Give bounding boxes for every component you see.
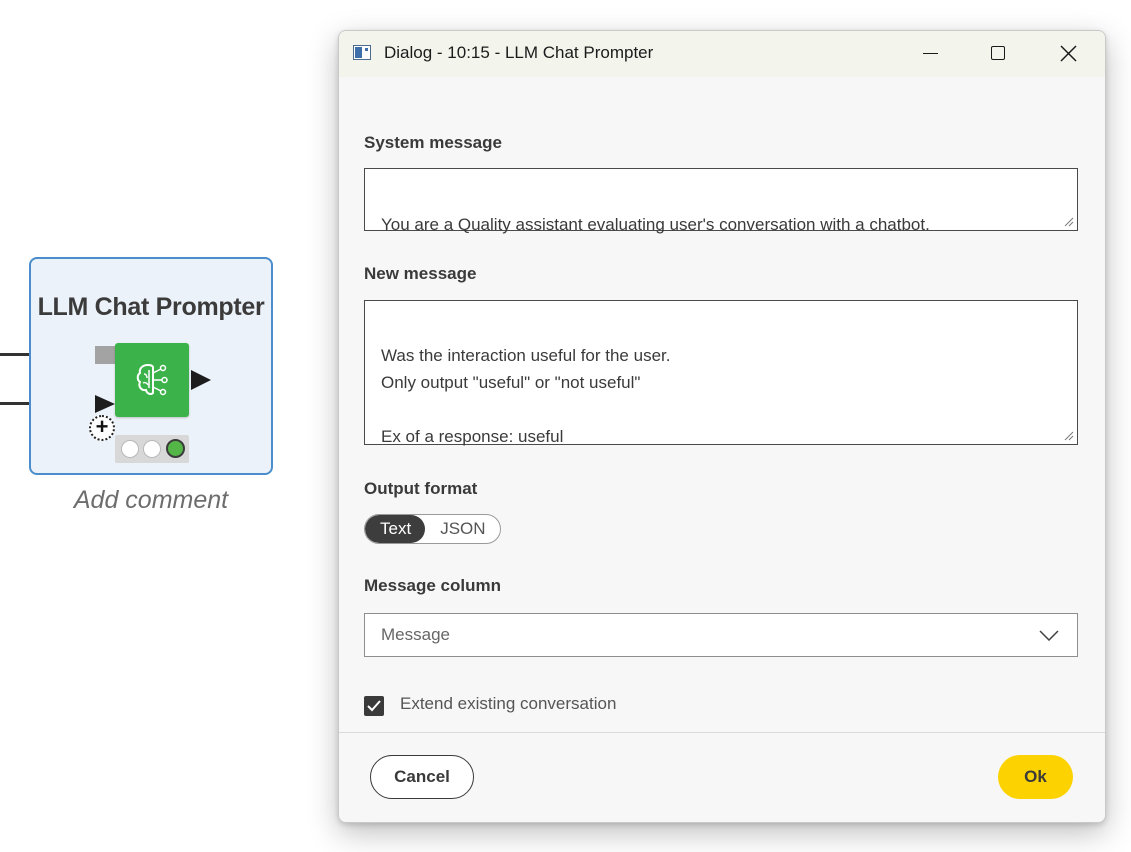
add-port-icon[interactable]: +	[89, 415, 115, 441]
extend-conversation-checkbox[interactable]	[364, 696, 384, 716]
output-port[interactable]	[191, 370, 211, 390]
brain-network-icon	[136, 363, 168, 396]
resize-grip-icon[interactable]	[1063, 216, 1074, 227]
dialog-content: System message You are a Quality assista…	[339, 77, 1105, 732]
output-format-toggle[interactable]: Text JSON	[364, 514, 501, 544]
status-lamp-red	[121, 440, 139, 458]
chevron-down-icon	[1039, 630, 1059, 641]
app-window-icon	[353, 45, 371, 60]
node-status-light	[115, 435, 189, 463]
ok-button[interactable]: Ok	[998, 755, 1073, 799]
message-column-label: Message column	[364, 576, 501, 595]
system-message-label: System message	[364, 133, 502, 152]
minimize-button[interactable]	[895, 31, 965, 77]
input-port-table[interactable]	[95, 395, 115, 413]
status-lamp-green	[166, 439, 185, 458]
add-comment-label[interactable]: Add comment	[29, 486, 273, 515]
extend-conversation-label[interactable]: Extend existing conversation	[400, 694, 616, 714]
dialog-window: Dialog - 10:15 - LLM Chat Prompter Syste…	[338, 30, 1106, 823]
output-format-option-json[interactable]: JSON	[425, 515, 499, 543]
dialog-titlebar[interactable]: Dialog - 10:15 - LLM Chat Prompter	[339, 31, 1105, 77]
checkmark-icon	[367, 700, 381, 712]
maximize-button[interactable]	[963, 31, 1033, 77]
new-message-input[interactable]: Was the interaction useful for the user.…	[364, 300, 1078, 446]
input-port-model[interactable]	[95, 346, 115, 364]
maximize-icon	[991, 46, 1005, 60]
message-column-select[interactable]: Message	[364, 613, 1078, 657]
node-llm-chat-prompter[interactable]: LLM Chat Prompter +	[29, 257, 273, 475]
message-column-value: Message	[381, 625, 450, 644]
node-title[interactable]: LLM Chat Prompter	[31, 293, 271, 322]
output-format-option-text[interactable]: Text	[365, 515, 426, 543]
output-format-label: Output format	[364, 479, 478, 498]
dialog-title: Dialog - 10:15 - LLM Chat Prompter	[384, 43, 654, 62]
close-icon	[1060, 45, 1077, 62]
workflow-canvas: LLM Chat Prompter + Add comment Dialog -…	[0, 0, 1131, 852]
system-message-input[interactable]: You are a Quality assistant evaluating u…	[364, 168, 1078, 234]
new-message-text: Was the interaction useful for the user.…	[381, 346, 671, 446]
close-button[interactable]	[1033, 31, 1103, 77]
resize-grip-icon[interactable]	[1063, 430, 1074, 441]
dialog-footer: Cancel Ok	[339, 732, 1105, 822]
new-message-label: New message	[364, 264, 477, 283]
cancel-button[interactable]: Cancel	[370, 755, 474, 799]
minimize-icon	[923, 53, 938, 54]
system-message-text: You are a Quality assistant evaluating u…	[381, 215, 930, 234]
status-lamp-yellow	[143, 440, 161, 458]
node-body[interactable]	[115, 343, 189, 417]
